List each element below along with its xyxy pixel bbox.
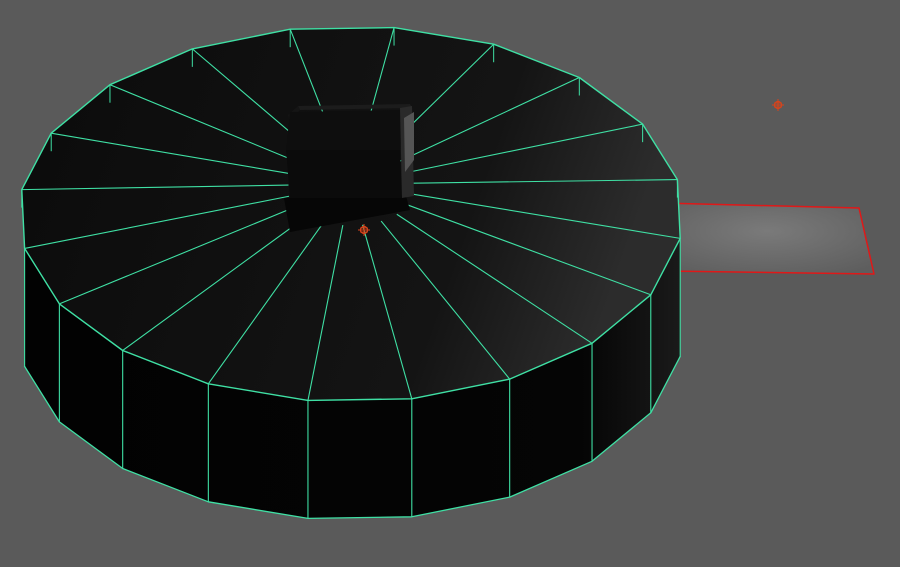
box-upper-face[interactable] [286, 110, 404, 150]
plane-object[interactable] [660, 202, 875, 275]
plane-surface[interactable] [660, 203, 874, 274]
cylinder-object[interactable] [21, 26, 681, 520]
world-pivot-marker[interactable] [772, 99, 784, 111]
box-front-face[interactable] [286, 150, 402, 198]
3d-viewport[interactable] [0, 0, 900, 567]
scene-canvas[interactable] [0, 0, 900, 567]
box-object[interactable] [284, 104, 414, 232]
